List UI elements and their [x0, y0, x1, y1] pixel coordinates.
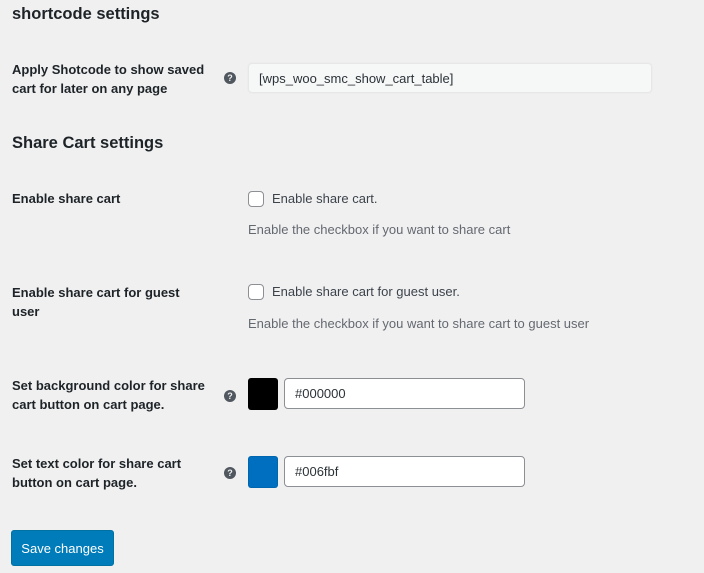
question-circle-icon[interactable]: ? [224, 72, 236, 84]
enable-share-cart-description: Enable the checkbox if you want to share… [248, 222, 511, 237]
question-circle-icon[interactable]: ? [224, 390, 236, 402]
bg-color-input[interactable] [284, 378, 525, 409]
share-cart-settings-title: Share Cart settings [12, 134, 164, 152]
bg-color-swatch[interactable] [248, 378, 278, 410]
enable-guest-share-label: Enable share cart for guest user [12, 285, 180, 319]
save-changes-button[interactable]: Save changes [11, 530, 114, 566]
question-circle-icon[interactable]: ? [224, 467, 236, 479]
enable-share-cart-checkbox[interactable] [248, 191, 264, 207]
shortcode-input[interactable] [248, 63, 652, 93]
enable-share-cart-label: Enable share cart [12, 191, 121, 206]
text-color-input[interactable] [284, 456, 525, 487]
text-color-label: Set text color for share cart button on … [12, 456, 182, 490]
text-color-swatch[interactable] [248, 456, 278, 488]
enable-share-cart-checkbox-label[interactable]: Enable share cart. [272, 191, 378, 207]
bg-color-label: Set background color for share cart butt… [12, 378, 205, 412]
shortcode-field-label: Apply Shotcode to show saved cart for la… [12, 62, 205, 96]
shortcode-settings-title: shortcode settings [12, 5, 160, 23]
enable-guest-share-checkbox-label[interactable]: Enable share cart for guest user. [272, 284, 460, 300]
enable-guest-share-checkbox[interactable] [248, 284, 264, 300]
enable-guest-share-description: Enable the checkbox if you want to share… [248, 316, 590, 331]
